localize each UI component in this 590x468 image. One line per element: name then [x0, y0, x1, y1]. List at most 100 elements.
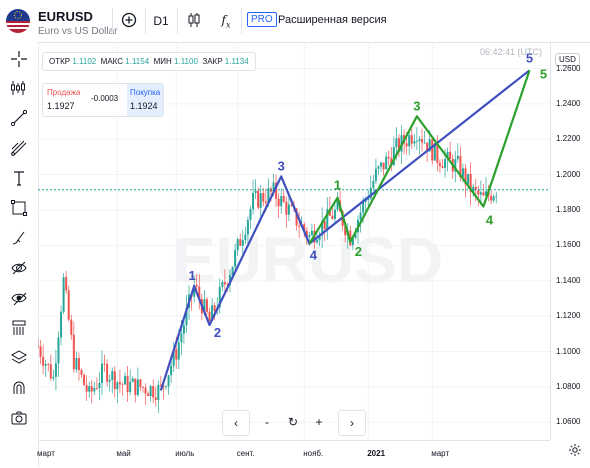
fib-icon[interactable]	[7, 136, 31, 160]
candle-body	[136, 379, 139, 395]
divider	[145, 8, 146, 34]
candles-icon	[186, 12, 202, 31]
brush-icon[interactable]	[7, 226, 31, 250]
candle-body	[113, 371, 116, 390]
symbol-name[interactable]: EURUSD	[38, 9, 93, 24]
candle-body	[477, 189, 480, 195]
price-tick-label: 1.0600	[556, 417, 581, 427]
candle-body	[182, 325, 185, 334]
candle-body	[431, 139, 434, 161]
candle-body	[221, 282, 224, 287]
low-value: 1.1100	[174, 57, 198, 66]
candle-body	[456, 155, 459, 160]
candle-body	[141, 387, 144, 388]
candle-body	[170, 365, 173, 376]
candle-body	[208, 311, 211, 321]
hide-drawings-icon[interactable]	[7, 256, 31, 280]
zoom-in-button[interactable]: +	[306, 410, 332, 434]
candle-body	[382, 162, 385, 170]
time-axis[interactable]	[38, 440, 550, 468]
candle-body	[195, 284, 198, 287]
candle-body	[310, 230, 313, 236]
candle-body	[467, 173, 470, 185]
candle-body	[492, 196, 495, 201]
candle-body	[149, 386, 152, 396]
candle-body	[52, 376, 55, 379]
crosshair-icon[interactable]	[7, 47, 31, 71]
candle-body	[241, 240, 244, 246]
candle-body	[98, 382, 101, 389]
low-label: МИН	[153, 57, 172, 66]
hide-indicators-icon[interactable]	[7, 286, 31, 310]
pro-badge[interactable]: PRO	[247, 12, 277, 27]
candle-body	[134, 378, 137, 395]
trendline-icon[interactable]	[7, 106, 31, 130]
candle-body	[154, 397, 157, 401]
candle-body	[408, 135, 411, 147]
snapshot-icon[interactable]	[7, 406, 31, 430]
high-value: 1.1154	[125, 57, 150, 66]
candle-body	[323, 220, 326, 230]
scroll-left-button[interactable]: ‹	[222, 410, 250, 436]
candle-body	[213, 305, 216, 311]
magnet-icon[interactable]	[7, 376, 31, 400]
candle-body	[377, 166, 380, 169]
divider	[112, 8, 113, 34]
wave-primary-label: 4	[310, 248, 318, 263]
buy-price: 1.1924	[130, 101, 158, 111]
candle-body	[139, 379, 142, 388]
candle-body	[495, 195, 498, 197]
candle-body	[180, 333, 183, 343]
candle-body	[54, 363, 57, 377]
candle-body	[108, 380, 111, 382]
sell-button[interactable]: Продажа 1.1927	[43, 84, 87, 116]
candle-body	[60, 311, 63, 338]
scroll-right-button[interactable]: ›	[338, 410, 366, 436]
candle-body	[308, 235, 311, 238]
candle-body	[234, 250, 237, 267]
chart-type-button[interactable]	[183, 10, 205, 32]
candle-body	[264, 201, 267, 203]
candle-body	[490, 195, 493, 201]
time-tick-label: май	[116, 449, 131, 458]
candle-body	[249, 209, 252, 220]
symbol-description: Euro vs US Dollar	[38, 26, 118, 37]
candle-body	[298, 225, 301, 227]
timeframe-button[interactable]: D1	[150, 10, 172, 32]
candle-body	[175, 349, 178, 360]
watermark: EURUSD	[173, 224, 443, 296]
layers-icon[interactable]	[7, 346, 31, 370]
reset-chart-button[interactable]: ↻	[280, 410, 306, 434]
candle-body	[77, 358, 80, 371]
chart-navigation: ‹ - ↻ + ›	[222, 410, 366, 436]
object-tree-icon[interactable]	[7, 316, 31, 340]
zoom-out-button[interactable]: -	[254, 410, 280, 434]
elliott-waves: 1234512345	[159, 50, 547, 391]
indicators-button[interactable]: fx	[215, 10, 237, 32]
wave-primary-label: 3	[278, 158, 285, 173]
price-tick-label: 1.1600	[556, 240, 581, 250]
candle-body	[359, 212, 362, 220]
candle-body	[239, 239, 242, 246]
candle-body	[287, 204, 290, 215]
extended-version-link[interactable]: Расширенная версия	[278, 14, 387, 26]
candle-body	[449, 151, 452, 159]
indicator-icon[interactable]	[7, 76, 31, 100]
wave-secondary-label: 5	[540, 66, 547, 81]
wave-primary-label: 2	[214, 325, 221, 340]
candle-body	[438, 162, 441, 167]
gear-icon[interactable]	[568, 443, 582, 460]
text-icon[interactable]	[7, 166, 31, 190]
candle-body	[421, 139, 423, 143]
candle-body	[124, 375, 127, 385]
candle-body	[90, 386, 93, 392]
price-tick-label: 1.2400	[556, 98, 581, 108]
add-symbol-button[interactable]	[118, 10, 140, 32]
price-tick-label: 1.1400	[556, 275, 581, 285]
candle-body	[121, 384, 124, 386]
buy-button[interactable]: Покупка 1.1924	[127, 84, 163, 116]
candle-body	[385, 156, 388, 170]
rectangle-icon[interactable]	[7, 196, 31, 220]
spread-value: -0.0003	[91, 94, 119, 103]
candle-body	[423, 142, 426, 144]
